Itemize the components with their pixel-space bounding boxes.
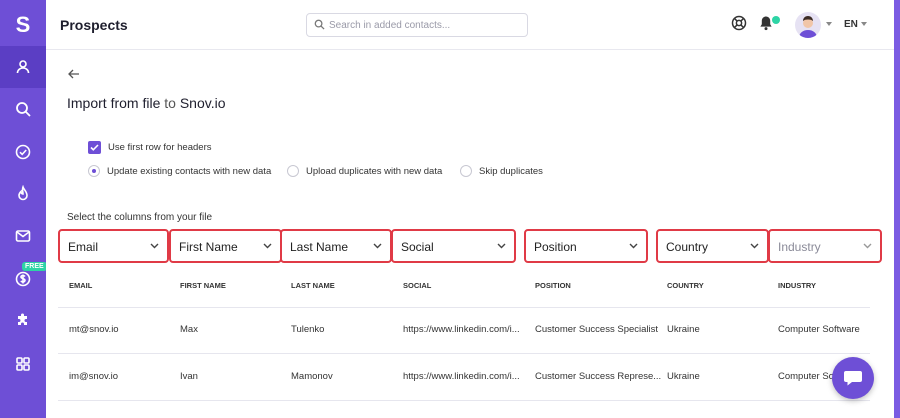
first-row-checkbox[interactable] [88, 141, 101, 154]
column-header-email: EMAIL [69, 281, 93, 290]
first-row-label: Use first row for headers [108, 142, 212, 153]
column-select-first-name[interactable]: First Name [169, 229, 282, 263]
grid-icon [16, 357, 30, 371]
column-select-value: Social [401, 240, 434, 254]
sidebar: S FREE [0, 0, 47, 418]
radio-upload-duplicates-label: Upload duplicates with new data [306, 165, 443, 177]
user-icon [16, 60, 30, 74]
table-divider [58, 400, 870, 401]
cell-social: https://www.linkedin.com/i... [403, 371, 520, 382]
column-select-social[interactable]: Social [391, 229, 516, 263]
cell-social: https://www.linkedin.com/i... [403, 324, 520, 335]
notification-dot [772, 16, 780, 24]
puzzle-icon [18, 313, 27, 325]
chat-bubble-icon [844, 371, 862, 386]
app-frame: Prospects EN Import from file to Snov.io… [46, 0, 894, 418]
column-header-social: SOCIAL [403, 281, 432, 290]
cell-country: Ukraine [667, 324, 700, 335]
nav-prospects[interactable] [0, 46, 46, 88]
column-select-country[interactable]: Country [656, 229, 769, 263]
chevron-down-icon [629, 243, 638, 249]
radio-update-existing-label: Update existing contacts with new data [107, 165, 272, 177]
title-suffix: Snov.io [175, 95, 226, 111]
bell-icon[interactable] [759, 15, 773, 31]
nav-verifier[interactable] [0, 131, 46, 173]
mail-icon [15, 230, 31, 242]
columns-section-label: Select the columns from your file [67, 212, 213, 223]
column-select-value: Industry [778, 240, 821, 254]
cell-email: mt@snov.io [69, 324, 119, 335]
top-header: Prospects EN [46, 0, 894, 50]
column-header-industry: INDUSTRY [778, 281, 817, 290]
table-divider [58, 307, 870, 308]
nav-pricing[interactable] [0, 258, 46, 300]
page-title: Import from file to Snov.io [67, 95, 225, 111]
page-header-title: Prospects [60, 17, 128, 33]
cell-industry: Computer Sof [778, 371, 834, 382]
radio-skip-duplicates[interactable]: Skip duplicates [460, 165, 543, 177]
column-select-value: Position [534, 240, 577, 254]
search-icon [16, 102, 31, 117]
cell-first-name: Ivan [180, 371, 198, 382]
column-select-value: Email [68, 240, 99, 254]
column-select-industry[interactable]: Industry [768, 229, 882, 263]
nav-apps[interactable] [0, 343, 46, 385]
nav-campaigns[interactable] [0, 215, 46, 257]
nav-integrations[interactable] [0, 300, 46, 342]
radio-upload-duplicates-circle[interactable] [287, 165, 299, 177]
cell-country: Ukraine [667, 371, 700, 382]
chevron-down-icon [373, 243, 382, 249]
radio-update-existing[interactable]: Update existing contacts with new data [88, 165, 271, 177]
column-header-country: COUNTRY [667, 281, 704, 290]
help-lifebuoy-icon[interactable] [731, 15, 747, 31]
title-to: to [164, 95, 176, 111]
language-selector[interactable]: EN [844, 19, 858, 30]
column-header-first-name: FIRST NAME [180, 281, 226, 290]
column-header-last-name: LAST NAME [291, 281, 335, 290]
column-select-email[interactable]: Email [58, 229, 169, 263]
column-header-position: POSITION [535, 281, 571, 290]
cell-position: Customer Success Represe... [535, 371, 662, 382]
chat-widget-button[interactable] [832, 357, 874, 399]
cell-last-name: Tulenko [291, 324, 325, 335]
table-divider [58, 353, 870, 354]
nav-search[interactable] [0, 88, 46, 130]
language-caret-icon[interactable] [861, 22, 867, 26]
chevron-down-icon [497, 243, 506, 249]
chevron-down-icon [750, 243, 759, 249]
cell-email: im@snov.io [69, 371, 119, 382]
column-select-value: First Name [179, 240, 238, 254]
back-arrow-icon[interactable] [68, 69, 80, 79]
dollar-icon [15, 271, 31, 287]
column-select-position[interactable]: Position [524, 229, 648, 263]
cell-last-name: Mamonov [291, 371, 333, 382]
search-box[interactable] [306, 13, 528, 37]
search-icon [314, 19, 325, 30]
radio-update-existing-circle[interactable] [88, 165, 100, 177]
checkmark-icon [90, 144, 99, 151]
first-row-header-option[interactable]: Use first row for headers [88, 141, 211, 154]
radio-upload-duplicates[interactable]: Upload duplicates with new data [287, 165, 442, 177]
flame-icon [18, 185, 28, 201]
title-prefix: Import from file [67, 95, 165, 111]
chevron-down-icon [863, 243, 872, 249]
import-panel: Import from file to Snov.io Use first ro… [46, 51, 894, 418]
chevron-down-icon [150, 243, 159, 249]
column-select-last-name[interactable]: Last Name [280, 229, 392, 263]
chevron-down-icon [263, 243, 272, 249]
radio-skip-duplicates-label: Skip duplicates [479, 165, 543, 177]
avatar-person-icon [799, 16, 817, 38]
check-circle-icon [15, 144, 31, 160]
column-select-value: Last Name [290, 240, 349, 254]
search-input[interactable] [329, 16, 524, 34]
cell-industry: Computer Software [778, 324, 860, 335]
user-avatar[interactable] [795, 12, 821, 38]
radio-skip-duplicates-circle[interactable] [460, 165, 472, 177]
snovio-logo[interactable]: S [0, 0, 46, 50]
cell-first-name: Max [180, 324, 198, 335]
nav-warmup[interactable] [0, 173, 46, 215]
column-select-value: Country [666, 240, 709, 254]
avatar-caret-icon[interactable] [826, 22, 832, 26]
cell-position: Customer Success Specialist [535, 324, 659, 335]
